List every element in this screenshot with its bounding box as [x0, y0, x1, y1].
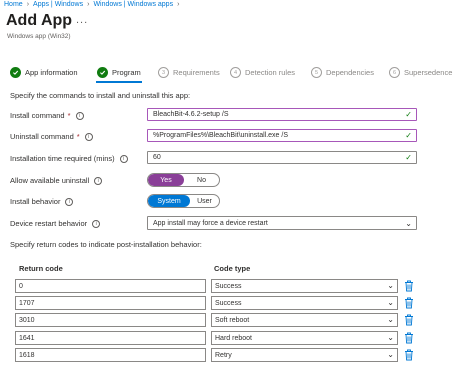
code-type-select[interactable]: Hard reboot ⌄ — [211, 331, 398, 345]
more-options-icon[interactable]: ... — [76, 14, 88, 26]
return-code-column-header: Return code — [19, 264, 63, 273]
delete-icon[interactable] — [404, 297, 414, 309]
delete-icon[interactable] — [404, 332, 414, 344]
active-step-indicator — [96, 81, 142, 83]
checkmark-icon — [10, 67, 21, 78]
code-type-select[interactable]: Retry ⌄ — [211, 348, 398, 362]
step-label: Requirements — [173, 68, 220, 77]
checkmark-icon — [97, 67, 108, 78]
chevron-down-icon: ⌄ — [387, 333, 394, 342]
page-title: Add App — [6, 12, 73, 29]
allow-uninstall-toggle[interactable]: Yes No — [147, 173, 220, 187]
step-requirements[interactable]: 3 Requirements — [158, 67, 220, 78]
delete-icon[interactable] — [404, 280, 414, 292]
required-marker: * — [76, 132, 80, 141]
return-code-row: 1641 Hard reboot ⌄ — [15, 331, 415, 345]
restart-behavior-select[interactable]: App install may force a device restart ⌄ — [147, 216, 417, 230]
step-dependencies[interactable]: 5 Dependencies — [311, 67, 374, 78]
allow-uninstall-label: Allow available uninstall i — [10, 176, 103, 185]
toggle-option-no[interactable]: No — [184, 174, 219, 186]
install-command-label: Install command * i — [10, 111, 84, 120]
step-number-icon: 4 — [230, 67, 241, 78]
step-detection-rules[interactable]: 4 Detection rules — [230, 67, 295, 78]
program-intro: Specify the commands to install and unin… — [10, 91, 191, 100]
return-code-row: 0 Success ⌄ — [15, 279, 415, 293]
info-icon[interactable]: i — [92, 219, 101, 228]
checkmark-icon: ✓ — [405, 153, 412, 162]
install-command-input[interactable]: BleachBit-4.6.2-setup /S ✓ — [147, 108, 417, 121]
toggle-option-user[interactable]: User — [190, 195, 219, 207]
return-codes-intro: Specify return codes to indicate post-in… — [10, 240, 202, 249]
return-code-input[interactable]: 3010 — [15, 313, 206, 327]
return-code-input[interactable]: 0 — [15, 279, 206, 293]
return-code-input[interactable]: 1618 — [15, 348, 206, 362]
restart-behavior-label: Device restart behavior i — [10, 219, 101, 228]
return-code-input[interactable]: 1641 — [15, 331, 206, 345]
install-time-label: Installation time required (mins) i — [10, 154, 128, 163]
info-icon[interactable]: i — [119, 154, 128, 163]
step-label: Detection rules — [245, 68, 296, 77]
wizard-steps: App information Program 3 Requirements 4… — [10, 67, 474, 79]
info-icon[interactable]: i — [75, 111, 84, 120]
info-icon[interactable]: i — [84, 132, 93, 141]
code-type-select[interactable]: Success ⌄ — [211, 279, 398, 293]
return-code-row: 3010 Soft reboot ⌄ — [15, 313, 415, 327]
breadcrumb-apps-windows[interactable]: Apps | Windows — [33, 1, 83, 8]
uninstall-command-input[interactable]: %ProgramFiles%\BleachBit\uninstall.exe /… — [147, 129, 417, 142]
required-marker: * — [67, 111, 71, 120]
code-type-select[interactable]: Soft reboot ⌄ — [211, 313, 398, 327]
chevron-right-icon: › — [87, 1, 90, 8]
step-supersedence[interactable]: 6 Supersedence — [389, 67, 452, 78]
toggle-option-system[interactable]: System — [148, 195, 190, 207]
step-label: Program — [112, 68, 141, 77]
breadcrumb-home[interactable]: Home — [4, 1, 23, 8]
step-app-information[interactable]: App information — [10, 67, 78, 78]
page-subtitle: Windows app (Win32) — [7, 33, 71, 40]
info-icon[interactable]: i — [94, 176, 103, 185]
delete-icon[interactable] — [404, 314, 414, 326]
step-number-icon: 6 — [389, 67, 400, 78]
step-label: Dependencies — [326, 68, 374, 77]
step-number-icon: 5 — [311, 67, 322, 78]
return-code-row: 1707 Success ⌄ — [15, 296, 415, 310]
step-label: App information — [25, 68, 78, 77]
toggle-option-yes[interactable]: Yes — [148, 174, 184, 186]
step-program[interactable]: Program — [97, 67, 141, 78]
install-behavior-label: Install behavior i — [10, 197, 74, 206]
chevron-down-icon: ⌄ — [387, 298, 394, 307]
return-code-row: 1618 Retry ⌄ — [15, 348, 415, 362]
checkmark-icon: ✓ — [405, 110, 412, 119]
install-behavior-toggle[interactable]: System User — [147, 194, 220, 208]
chevron-right-icon: › — [26, 1, 30, 8]
chevron-down-icon: ⌄ — [387, 350, 394, 359]
info-icon[interactable]: i — [65, 197, 74, 206]
chevron-right-icon: › — [177, 1, 180, 8]
install-time-input[interactable]: 60 ✓ — [147, 151, 417, 164]
chevron-down-icon: ⌄ — [387, 281, 394, 290]
code-type-select[interactable]: Success ⌄ — [211, 296, 398, 310]
chevron-down-icon: ⌄ — [405, 219, 412, 228]
step-number-icon: 3 — [158, 67, 169, 78]
return-code-input[interactable]: 1707 — [15, 296, 206, 310]
breadcrumb: Home › Apps | Windows › Windows | Window… — [4, 1, 179, 8]
code-type-column-header: Code type — [214, 264, 251, 273]
step-label: Supersedence — [404, 68, 453, 77]
breadcrumb-windows-apps[interactable]: Windows | Windows apps — [93, 1, 173, 8]
delete-icon[interactable] — [404, 349, 414, 361]
uninstall-command-label: Uninstall command * i — [10, 132, 93, 141]
checkmark-icon: ✓ — [405, 131, 412, 140]
chevron-down-icon: ⌄ — [387, 315, 394, 324]
